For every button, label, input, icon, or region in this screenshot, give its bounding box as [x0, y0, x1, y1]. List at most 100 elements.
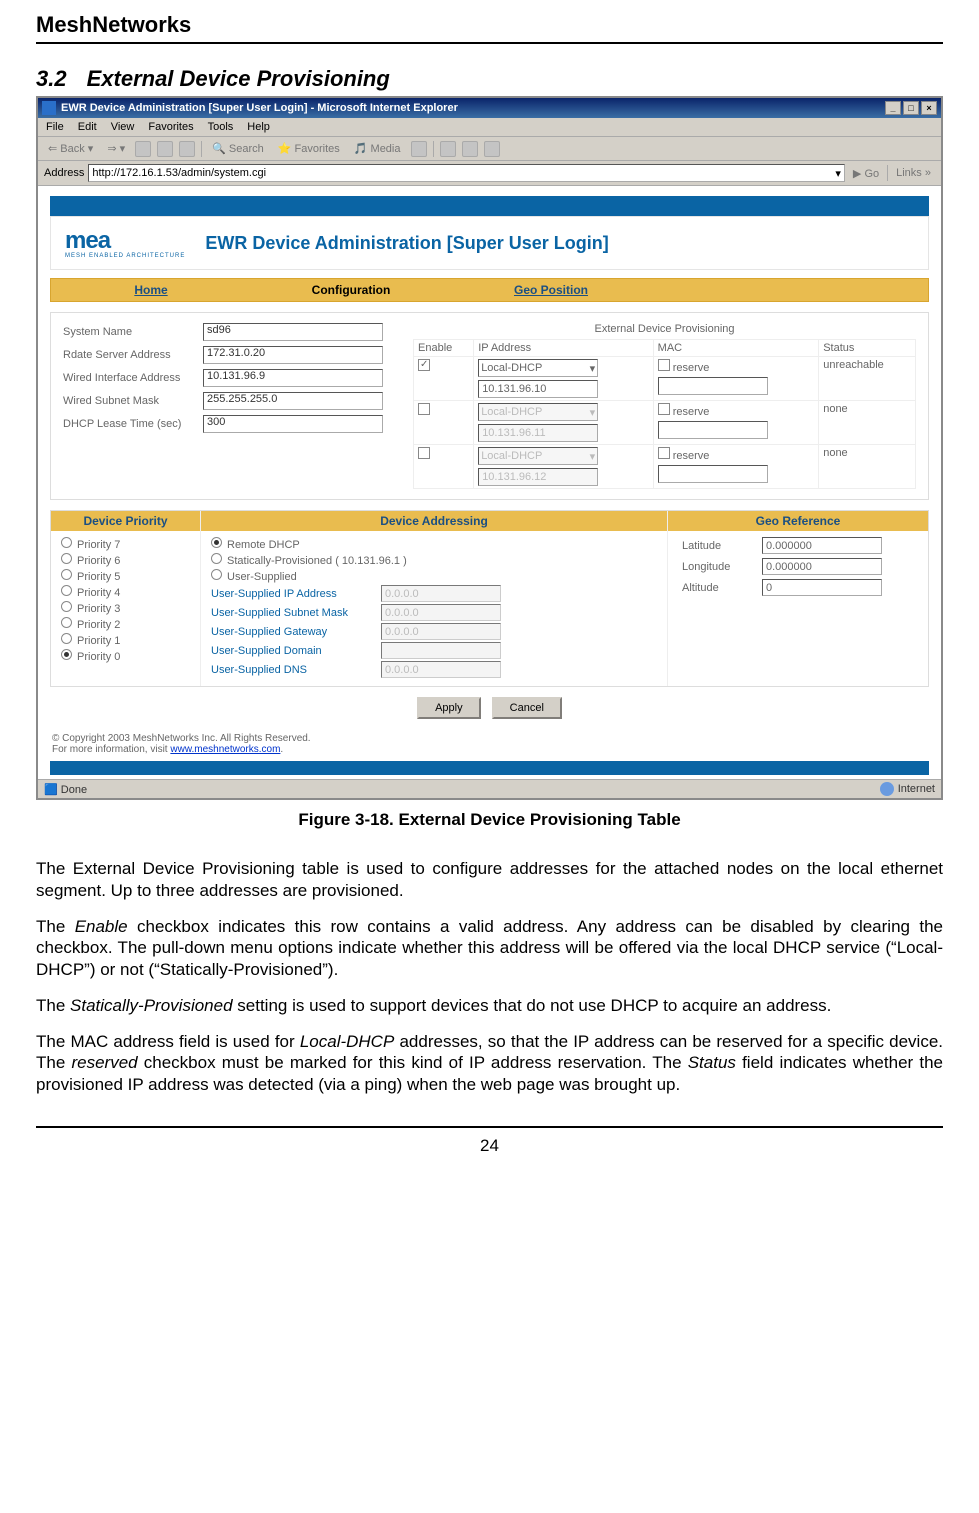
us-gw-input[interactable]: 0.0.0.0 [381, 623, 501, 640]
priority-radio[interactable] [61, 569, 72, 580]
maximize-button[interactable]: □ [903, 101, 919, 115]
dhcp-lease-input[interactable]: 300 [203, 415, 383, 433]
edp-col-enable: Enable [414, 340, 474, 357]
links-button[interactable]: Links » [892, 165, 935, 181]
latitude-label: Latitude [682, 540, 762, 552]
edp-mode-select[interactable]: Local-DHCP▾ [478, 359, 598, 377]
altitude-input[interactable]: 0 [762, 579, 882, 596]
internet-zone-icon [880, 782, 894, 796]
edp-mac-input[interactable] [658, 421, 768, 439]
media-button[interactable]: 🎵 Media [350, 140, 405, 157]
us-dom-input[interactable] [381, 642, 501, 659]
priority-label: Priority 7 [77, 539, 120, 551]
tab-configuration[interactable]: Configuration [251, 279, 451, 301]
addressing-radio[interactable] [211, 553, 222, 564]
latitude-input[interactable]: 0.000000 [762, 537, 882, 554]
favorites-button[interactable]: ⭐ Favorites [274, 140, 344, 157]
addressing-radio[interactable] [211, 569, 222, 580]
dhcp-lease-label: DHCP Lease Time (sec) [63, 418, 203, 430]
window-titlebar: EWR Device Administration [Super User Lo… [38, 98, 941, 118]
wired-subnet-label: Wired Subnet Mask [63, 395, 203, 407]
edp-mode-select[interactable]: Local-DHCP▾ [478, 447, 598, 465]
lower-panel: Device Priority Priority 7 Priority 6 Pr… [50, 510, 929, 687]
edp-ip-input[interactable]: 10.131.96.10 [478, 380, 598, 398]
forward-button[interactable]: ⇒ ▾ [103, 140, 129, 157]
print-icon[interactable] [462, 141, 478, 157]
body-para-4: The MAC address field is used for Local-… [36, 1031, 943, 1096]
mail-icon[interactable] [440, 141, 456, 157]
edp-status: none [819, 401, 916, 445]
wired-interface-label: Wired Interface Address [63, 372, 203, 384]
system-name-input[interactable]: sd96 [203, 323, 383, 341]
addressing-remote-label: Remote DHCP [227, 539, 300, 551]
minimize-button[interactable]: _ [885, 101, 901, 115]
priority-radio[interactable] [61, 617, 72, 628]
menu-help[interactable]: Help [247, 121, 270, 133]
mea-logo: mea [65, 227, 185, 255]
priority-radio[interactable] [61, 649, 72, 660]
edp-reserve-checkbox[interactable] [658, 403, 670, 415]
edp-reserve-label: reserve [673, 362, 710, 374]
body-para-3: The Statically-Provisioned setting is us… [36, 995, 943, 1017]
priority-label: Priority 4 [77, 587, 120, 599]
system-name-label: System Name [63, 326, 203, 338]
priority-radio[interactable] [61, 601, 72, 612]
meshnetworks-link[interactable]: www.meshnetworks.com [170, 744, 280, 755]
wired-interface-input[interactable]: 10.131.96.9 [203, 369, 383, 387]
status-bar: 🟦 Done Internet [38, 779, 941, 798]
cancel-button[interactable]: Cancel [492, 697, 562, 719]
edp-enable-checkbox[interactable] [418, 447, 430, 459]
priority-radio[interactable] [61, 553, 72, 564]
edp-mac-input[interactable] [658, 377, 768, 395]
addressing-user-label: User-Supplied [227, 571, 297, 583]
us-ip-label: User-Supplied IP Address [211, 588, 371, 600]
menu-edit[interactable]: Edit [78, 121, 97, 133]
edp-col-mac: MAC [653, 340, 819, 357]
us-mask-label: User-Supplied Subnet Mask [211, 607, 371, 619]
edp-reserve-checkbox[interactable] [658, 359, 670, 371]
search-button[interactable]: 🔍 Search [208, 140, 268, 157]
menu-file[interactable]: File [46, 121, 64, 133]
priority-radio[interactable] [61, 585, 72, 596]
rdate-server-input[interactable]: 172.31.0.20 [203, 346, 383, 364]
edp-ip-input[interactable]: 10.131.96.11 [478, 424, 598, 442]
us-ip-input[interactable]: 0.0.0.0 [381, 585, 501, 602]
address-input[interactable]: http://172.16.1.53/admin/system.cgi▾ [88, 164, 845, 182]
menu-favorites[interactable]: Favorites [148, 121, 193, 133]
us-dns-label: User-Supplied DNS [211, 664, 371, 676]
tab-home[interactable]: Home [51, 279, 251, 301]
us-mask-input[interactable]: 0.0.0.0 [381, 604, 501, 621]
menu-tools[interactable]: Tools [208, 121, 234, 133]
tab-geo-position[interactable]: Geo Position [451, 279, 651, 301]
longitude-label: Longitude [682, 561, 762, 573]
home-icon[interactable] [179, 141, 195, 157]
refresh-icon[interactable] [157, 141, 173, 157]
stop-icon[interactable] [135, 141, 151, 157]
menu-view[interactable]: View [111, 121, 135, 133]
edit-icon[interactable] [484, 141, 500, 157]
go-button[interactable]: ▶ Go [849, 165, 883, 182]
us-dns-input[interactable]: 0.0.0.0 [381, 661, 501, 678]
edp-reserve-label: reserve [673, 450, 710, 462]
edp-enable-checkbox[interactable] [418, 359, 430, 371]
edp-reserve-checkbox[interactable] [658, 447, 670, 459]
edp-ip-input[interactable]: 10.131.96.12 [478, 468, 598, 486]
apply-button[interactable]: Apply [417, 697, 481, 719]
close-button[interactable]: × [921, 101, 937, 115]
us-dom-label: User-Supplied Domain [211, 645, 371, 657]
priority-radio[interactable] [61, 537, 72, 548]
page-content: mea MESH ENABLED ARCHITECTURE EWR Device… [38, 186, 941, 779]
priority-radio[interactable] [61, 633, 72, 644]
edp-mode-select[interactable]: Local-DHCP▾ [478, 403, 598, 421]
addressing-radio[interactable] [211, 537, 222, 548]
history-icon[interactable] [411, 141, 427, 157]
wired-subnet-input[interactable]: 255.255.255.0 [203, 392, 383, 410]
edp-mac-input[interactable] [658, 465, 768, 483]
mea-logo-subtitle: MESH ENABLED ARCHITECTURE [65, 253, 185, 259]
ie-icon [42, 101, 56, 115]
copyright-row: © Copyright 2003 MeshNetworks Inc. All R… [50, 729, 929, 755]
edp-enable-checkbox[interactable] [418, 403, 430, 415]
back-button[interactable]: ⇐ Back ▾ [44, 140, 97, 157]
toolbar: ⇐ Back ▾ ⇒ ▾ 🔍 Search ⭐ Favorites 🎵 Medi… [38, 137, 941, 161]
longitude-input[interactable]: 0.000000 [762, 558, 882, 575]
